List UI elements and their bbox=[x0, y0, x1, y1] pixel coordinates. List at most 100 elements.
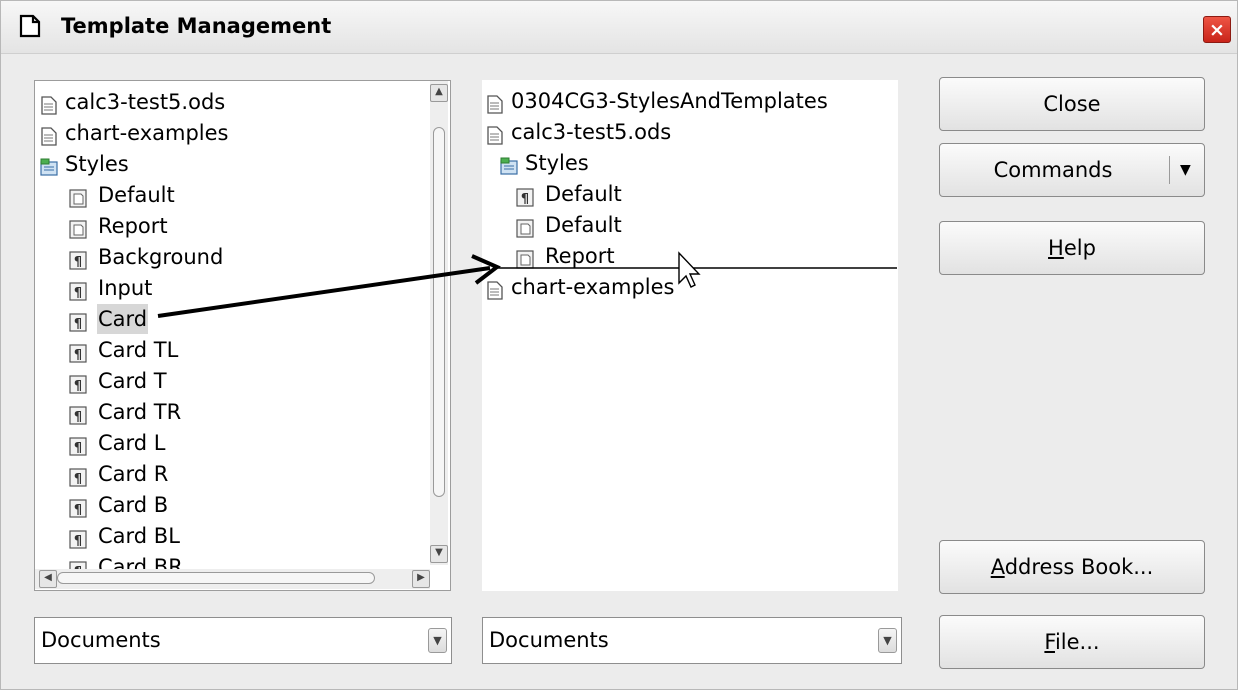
tree-item[interactable]: ¶ Card R bbox=[69, 459, 429, 489]
tree-item[interactable]: ¶ Input bbox=[69, 273, 429, 303]
svg-text:¶: ¶ bbox=[74, 255, 82, 270]
tree-item-label: Card BL bbox=[98, 524, 180, 548]
styles-folder-icon bbox=[500, 154, 518, 175]
tree-item[interactable]: ¶ Card TR bbox=[69, 397, 429, 427]
tree-item-label: Card TL bbox=[98, 338, 179, 362]
paragraph-style-icon: ¶ bbox=[69, 465, 87, 487]
title-bar[interactable]: Template Management × bbox=[1, 1, 1237, 54]
right-select-value: Documents bbox=[489, 628, 609, 652]
scroll-right-button[interactable]: ▶ bbox=[412, 570, 430, 588]
tree-item[interactable]: ¶ Card TL bbox=[69, 335, 429, 365]
paragraph-style-icon: ¶ bbox=[69, 434, 87, 456]
paragraph-style-icon: ¶ bbox=[69, 372, 87, 394]
tree-item-label: 0304CG3-StylesAndTemplates bbox=[511, 89, 828, 113]
scroll-up-button[interactable]: ▲ bbox=[430, 84, 448, 102]
svg-text:¶: ¶ bbox=[74, 472, 82, 487]
page-style-icon bbox=[516, 247, 534, 269]
paragraph-style-icon: ¶ bbox=[69, 341, 87, 363]
address-book-button[interactable]: Address Book... bbox=[939, 540, 1205, 594]
paragraph-style-icon: ¶ bbox=[69, 310, 87, 332]
left-horizontal-scrollbar[interactable]: ◀ ▶ bbox=[35, 569, 430, 589]
svg-text:¶: ¶ bbox=[74, 286, 82, 301]
address-book-button-label: Address Book... bbox=[990, 555, 1154, 579]
tree-item-label: Default bbox=[98, 183, 175, 207]
scroll-thumb[interactable] bbox=[57, 572, 375, 584]
window-title: Template Management bbox=[61, 14, 332, 38]
tree-item-label: Card B bbox=[98, 493, 169, 517]
scroll-thumb[interactable] bbox=[433, 127, 445, 497]
document-icon bbox=[40, 124, 58, 146]
tree-item-label: Styles bbox=[65, 152, 129, 176]
paragraph-style-icon: ¶ bbox=[69, 496, 87, 518]
left-category-select[interactable]: Documents ▼ bbox=[34, 617, 452, 664]
help-button[interactable]: Help bbox=[939, 221, 1205, 275]
left-template-list[interactable]: calc3-test5.ods chart-examples Styles Defau… bbox=[34, 80, 451, 591]
svg-text:¶: ¶ bbox=[521, 192, 529, 207]
close-button-label: Close bbox=[1043, 92, 1101, 116]
tree-item[interactable]: ¶ Card BL bbox=[69, 521, 429, 551]
tree-item-label: calc3-test5.ods bbox=[65, 90, 226, 114]
paragraph-style-icon: ¶ bbox=[69, 403, 87, 425]
tree-item[interactable]: ¶ Card bbox=[69, 304, 429, 334]
tree-item[interactable]: calc3-test5.ods bbox=[40, 87, 400, 117]
svg-text:¶: ¶ bbox=[74, 410, 82, 425]
document-icon bbox=[486, 92, 504, 114]
left-vertical-scrollbar[interactable]: ▲ ▼ bbox=[430, 81, 448, 565]
page-style-icon bbox=[69, 217, 87, 239]
paragraph-style-icon: ¶ bbox=[516, 185, 534, 207]
tree-item[interactable]: 0304CG3-StylesAndTemplates bbox=[486, 86, 846, 116]
tree-item[interactable]: Default bbox=[69, 180, 429, 210]
paragraph-style-icon: ¶ bbox=[69, 248, 87, 270]
tree-item[interactable]: ¶ Card B bbox=[69, 490, 429, 520]
scroll-left-button[interactable]: ◀ bbox=[39, 570, 57, 588]
tree-item[interactable]: ¶ Card L bbox=[69, 428, 429, 458]
document-icon bbox=[486, 278, 504, 300]
tree-item[interactable]: calc3-test5.ods bbox=[486, 117, 846, 147]
help-button-label: Help bbox=[1048, 236, 1096, 260]
dropdown-arrow-icon[interactable]: ▼ bbox=[1180, 144, 1191, 196]
chevron-down-icon[interactable]: ▼ bbox=[878, 628, 897, 653]
svg-text:¶: ¶ bbox=[74, 503, 82, 518]
tree-item-label: Card TR bbox=[98, 400, 182, 424]
tree-item-label: Card R bbox=[98, 462, 169, 486]
tree-item[interactable]: ¶ Background bbox=[69, 242, 429, 272]
tree-item-label: Default bbox=[545, 182, 622, 206]
paragraph-style-icon: ¶ bbox=[69, 279, 87, 301]
page-style-icon bbox=[69, 186, 87, 208]
tree-item[interactable]: Styles bbox=[500, 148, 860, 178]
paragraph-style-icon: ¶ bbox=[69, 527, 87, 549]
tree-item-label: calc3-test5.ods bbox=[511, 120, 672, 144]
scroll-down-button[interactable]: ▼ bbox=[430, 545, 448, 563]
tree-item-label: Report bbox=[545, 244, 615, 268]
tree-item[interactable]: ¶ Default bbox=[516, 179, 876, 209]
svg-text:¶: ¶ bbox=[74, 379, 82, 394]
window-close-button[interactable]: × bbox=[1203, 16, 1231, 43]
chevron-down-icon[interactable]: ▼ bbox=[428, 628, 447, 653]
tree-item[interactable]: Default bbox=[516, 210, 876, 240]
tree-item[interactable]: Report bbox=[516, 241, 876, 271]
template-management-dialog: Template Management × calc3-test5.ods cha… bbox=[0, 0, 1238, 690]
document-icon bbox=[486, 123, 504, 145]
document-icon bbox=[19, 14, 41, 38]
tree-item[interactable]: chart-examples bbox=[40, 118, 400, 148]
tree-item-label: Report bbox=[98, 214, 168, 238]
file-button[interactable]: File... bbox=[939, 615, 1205, 669]
right-template-list[interactable]: 0304CG3-StylesAndTemplates calc3-test5.od… bbox=[482, 80, 898, 591]
tree-item-label: Default bbox=[545, 213, 622, 237]
tree-item[interactable]: ¶ Card T bbox=[69, 366, 429, 396]
page-style-icon bbox=[516, 216, 534, 238]
tree-item-label: Card T bbox=[98, 369, 167, 393]
tree-item[interactable]: Report bbox=[69, 211, 429, 241]
tree-item-label: chart-examples bbox=[511, 275, 675, 299]
document-icon bbox=[40, 93, 58, 115]
tree-item-label: Background bbox=[98, 245, 224, 269]
right-category-select[interactable]: Documents ▼ bbox=[482, 617, 902, 664]
commands-button[interactable]: Commands ▼ bbox=[939, 143, 1205, 197]
svg-text:¶: ¶ bbox=[74, 441, 82, 456]
svg-text:¶: ¶ bbox=[74, 348, 82, 363]
commands-button-label: Commands bbox=[993, 158, 1113, 182]
tree-item-label: Input bbox=[98, 276, 153, 300]
close-button[interactable]: Close bbox=[939, 77, 1205, 131]
tree-item[interactable]: Styles bbox=[40, 149, 400, 179]
tree-item[interactable]: chart-examples bbox=[486, 272, 846, 302]
